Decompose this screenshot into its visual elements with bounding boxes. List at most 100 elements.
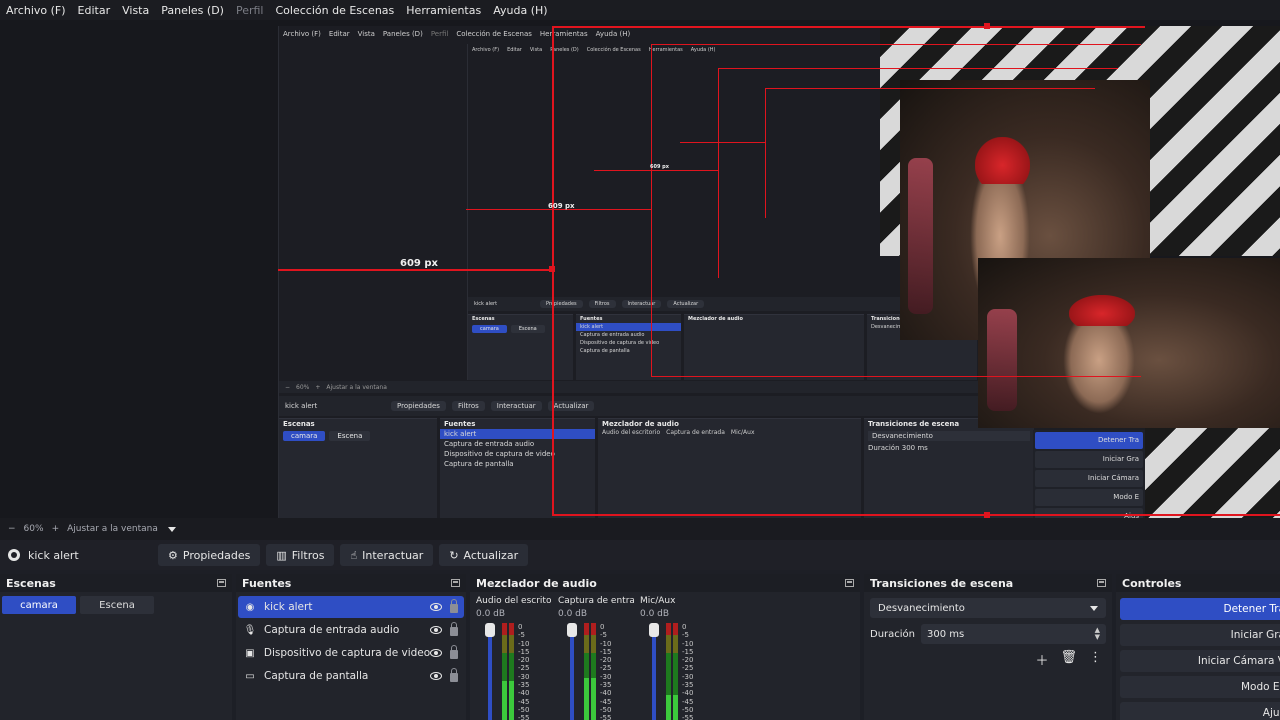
gear-icon: ⚙ bbox=[168, 548, 178, 562]
channel-db: 0.0 dB bbox=[476, 609, 506, 619]
properties-button[interactable]: ⚙ Propiedades bbox=[158, 544, 261, 566]
zoom-out-button[interactable]: − bbox=[8, 524, 16, 534]
refresh-icon: ↻ bbox=[449, 548, 459, 562]
menu-editar[interactable]: Editar bbox=[72, 4, 117, 17]
menu-herramientas[interactable]: Herramientas bbox=[400, 4, 487, 17]
nested-menu-paneles: Paneles (D) bbox=[382, 30, 423, 38]
db-scale-tick: -30 bbox=[682, 672, 694, 681]
source-row-video-capture[interactable]: ▣ Dispositivo de captura de video bbox=[238, 642, 464, 664]
source-row-audio-input[interactable]: 🎙 Captura de entrada audio bbox=[238, 619, 464, 641]
level-fill bbox=[591, 678, 596, 720]
nested2-scene-camara: camara bbox=[472, 325, 507, 333]
scene-item-escena[interactable]: Escena bbox=[80, 596, 154, 614]
db-scale-tick: -15 bbox=[518, 647, 530, 656]
nested2-sources-title: Fuentes bbox=[580, 316, 603, 322]
visibility-eye-icon[interactable] bbox=[430, 672, 442, 680]
db-scale-tick: -50 bbox=[600, 705, 612, 714]
spinner-arrows-icon[interactable]: ▲ ▼ bbox=[1095, 627, 1100, 641]
trash-icon[interactable]: 🗑 bbox=[1060, 650, 1077, 669]
source-row-kick-alert[interactable]: ◉ kick alert bbox=[238, 596, 464, 618]
db-scale-tick: -35 bbox=[682, 681, 694, 690]
nested-settings-button: Ajus bbox=[1035, 508, 1143, 518]
lock-icon[interactable] bbox=[450, 668, 458, 682]
mixer-channel: Mic/Aux 0.0 dB 0 -5 -10 -15 -20 -25 -30 -35 -40 -45… bbox=[640, 596, 716, 720]
db-scale-tick: 0 bbox=[682, 623, 687, 631]
nested2-sources-dock: Fuentes kick alert Captura de entrada au… bbox=[576, 314, 681, 380]
menu-ayuda[interactable]: Ayuda (H) bbox=[487, 4, 553, 17]
add-transition-icon[interactable]: ＋ bbox=[1035, 650, 1048, 669]
refresh-button[interactable]: ↻ Actualizar bbox=[439, 544, 529, 566]
nested-menu-herramientas: Herramientas bbox=[539, 30, 588, 38]
scenes-title: Escenas bbox=[6, 576, 56, 590]
start-virtual-camera-button[interactable]: Iniciar Cámara V bbox=[1120, 650, 1280, 672]
measure-label: 609 px bbox=[548, 202, 575, 210]
db-scale-tick: -5 bbox=[518, 631, 525, 640]
guide-horizontal-level-3 bbox=[594, 170, 718, 171]
menu-vista[interactable]: Vista bbox=[116, 4, 155, 17]
channel-name: Mic/Aux bbox=[640, 596, 676, 606]
red-cap-shape bbox=[975, 137, 1030, 184]
visibility-eye-icon[interactable] bbox=[430, 626, 442, 634]
undock-icon[interactable] bbox=[451, 579, 460, 587]
interact-button[interactable]: ☝ Interactuar bbox=[340, 544, 434, 566]
menu-archivo[interactable]: Archivo (F) bbox=[0, 4, 72, 17]
menu-paneles[interactable]: Paneles (D) bbox=[155, 4, 230, 17]
undock-icon[interactable] bbox=[217, 579, 226, 587]
sources-dock: Fuentes ◉ kick alert 🎙 Captura de entrad… bbox=[236, 574, 466, 720]
dock-area: Escenas camara Escena Fuentes ◉ kick ale… bbox=[0, 574, 1280, 720]
filter-icon: ▥ bbox=[276, 548, 287, 562]
controls-dock: Controles Detener Tra Iniciar Gra Inicia… bbox=[1116, 574, 1280, 720]
filters-button[interactable]: ▥ Filtros bbox=[266, 544, 335, 566]
settings-button[interactable]: Ajus bbox=[1120, 702, 1280, 720]
undock-icon[interactable] bbox=[845, 579, 854, 587]
visibility-eye-icon[interactable] bbox=[430, 649, 443, 657]
channel-meters: 0 -5 -10 -15 -20 -25 -30 -35 -40 -45 -50 -55 bbox=[640, 623, 716, 720]
zoom-fit-select[interactable]: Ajustar a la ventana bbox=[67, 524, 158, 534]
nested-interact-button: Interactuar bbox=[490, 401, 542, 411]
nested-source-row: kick alert bbox=[440, 429, 595, 439]
channel-db: 0.0 dB bbox=[558, 609, 588, 619]
nested2-menu-ayuda: Ayuda (H) bbox=[690, 47, 716, 53]
volume-fader-track[interactable] bbox=[570, 623, 574, 720]
nested2-menu-coleccion: Colección de Escenas bbox=[586, 47, 641, 53]
controls-title: Controles bbox=[1122, 576, 1182, 590]
level-fill bbox=[666, 695, 671, 720]
source-row-screen-capture[interactable]: ▭ Captura de pantalla bbox=[238, 665, 464, 687]
nested2-mixer-dock: Mezclador de audio bbox=[684, 314, 864, 380]
volume-fader-knob[interactable] bbox=[485, 623, 495, 637]
db-scale-tick: -45 bbox=[600, 697, 612, 706]
nested-virtualcam-button: Iniciar Cámara bbox=[1035, 470, 1143, 487]
db-scale-tick: -30 bbox=[518, 672, 530, 681]
nested-properties-button: Propiedades bbox=[391, 401, 446, 411]
level-fill bbox=[673, 695, 678, 720]
visibility-eye-icon[interactable] bbox=[430, 603, 442, 611]
start-recording-button[interactable]: Iniciar Gra bbox=[1120, 624, 1280, 646]
undock-icon[interactable] bbox=[1097, 579, 1106, 587]
browser-icon: ◉ bbox=[245, 601, 255, 613]
nested-mixer-dock: Mezclador de audio Audio del escritorio … bbox=[598, 418, 861, 518]
nested2-interact-button: Interactuar bbox=[621, 300, 662, 308]
db-scale-tick: -35 bbox=[600, 681, 612, 690]
menu-coleccion-escenas[interactable]: Colección de Escenas bbox=[270, 4, 401, 17]
db-scale-tick: -40 bbox=[518, 689, 530, 698]
stop-streaming-button[interactable]: Detener Tra bbox=[1120, 598, 1280, 620]
guide-top-level-1 bbox=[553, 26, 1145, 28]
selected-source: kick alert bbox=[0, 549, 158, 562]
preview-canvas[interactable]: Archivo (F) Editar Vista Paneles (D) Per… bbox=[0, 20, 1280, 518]
lock-icon[interactable] bbox=[450, 599, 458, 613]
studio-mode-button[interactable]: Modo Es bbox=[1120, 676, 1280, 698]
lock-icon[interactable] bbox=[450, 622, 458, 636]
zoom-in-button[interactable]: + bbox=[52, 524, 60, 534]
volume-fader-track[interactable] bbox=[652, 623, 656, 720]
lock-icon[interactable] bbox=[450, 645, 458, 659]
duration-input[interactable]: 300 ms ▲ ▼ bbox=[921, 624, 1106, 644]
volume-fader-track[interactable] bbox=[488, 623, 492, 720]
volume-fader-knob[interactable] bbox=[567, 623, 577, 637]
more-vertical-icon[interactable]: ⋮ bbox=[1089, 650, 1102, 669]
transition-select[interactable]: Desvanecimiento bbox=[870, 598, 1106, 618]
volume-fader-knob[interactable] bbox=[649, 623, 659, 637]
scene-item-camara[interactable]: camara bbox=[2, 596, 76, 614]
nested2-scene-escena: Escena bbox=[510, 325, 545, 333]
nested-refresh-button: Actualizar bbox=[547, 401, 595, 411]
chevron-down-icon[interactable] bbox=[167, 526, 176, 532]
